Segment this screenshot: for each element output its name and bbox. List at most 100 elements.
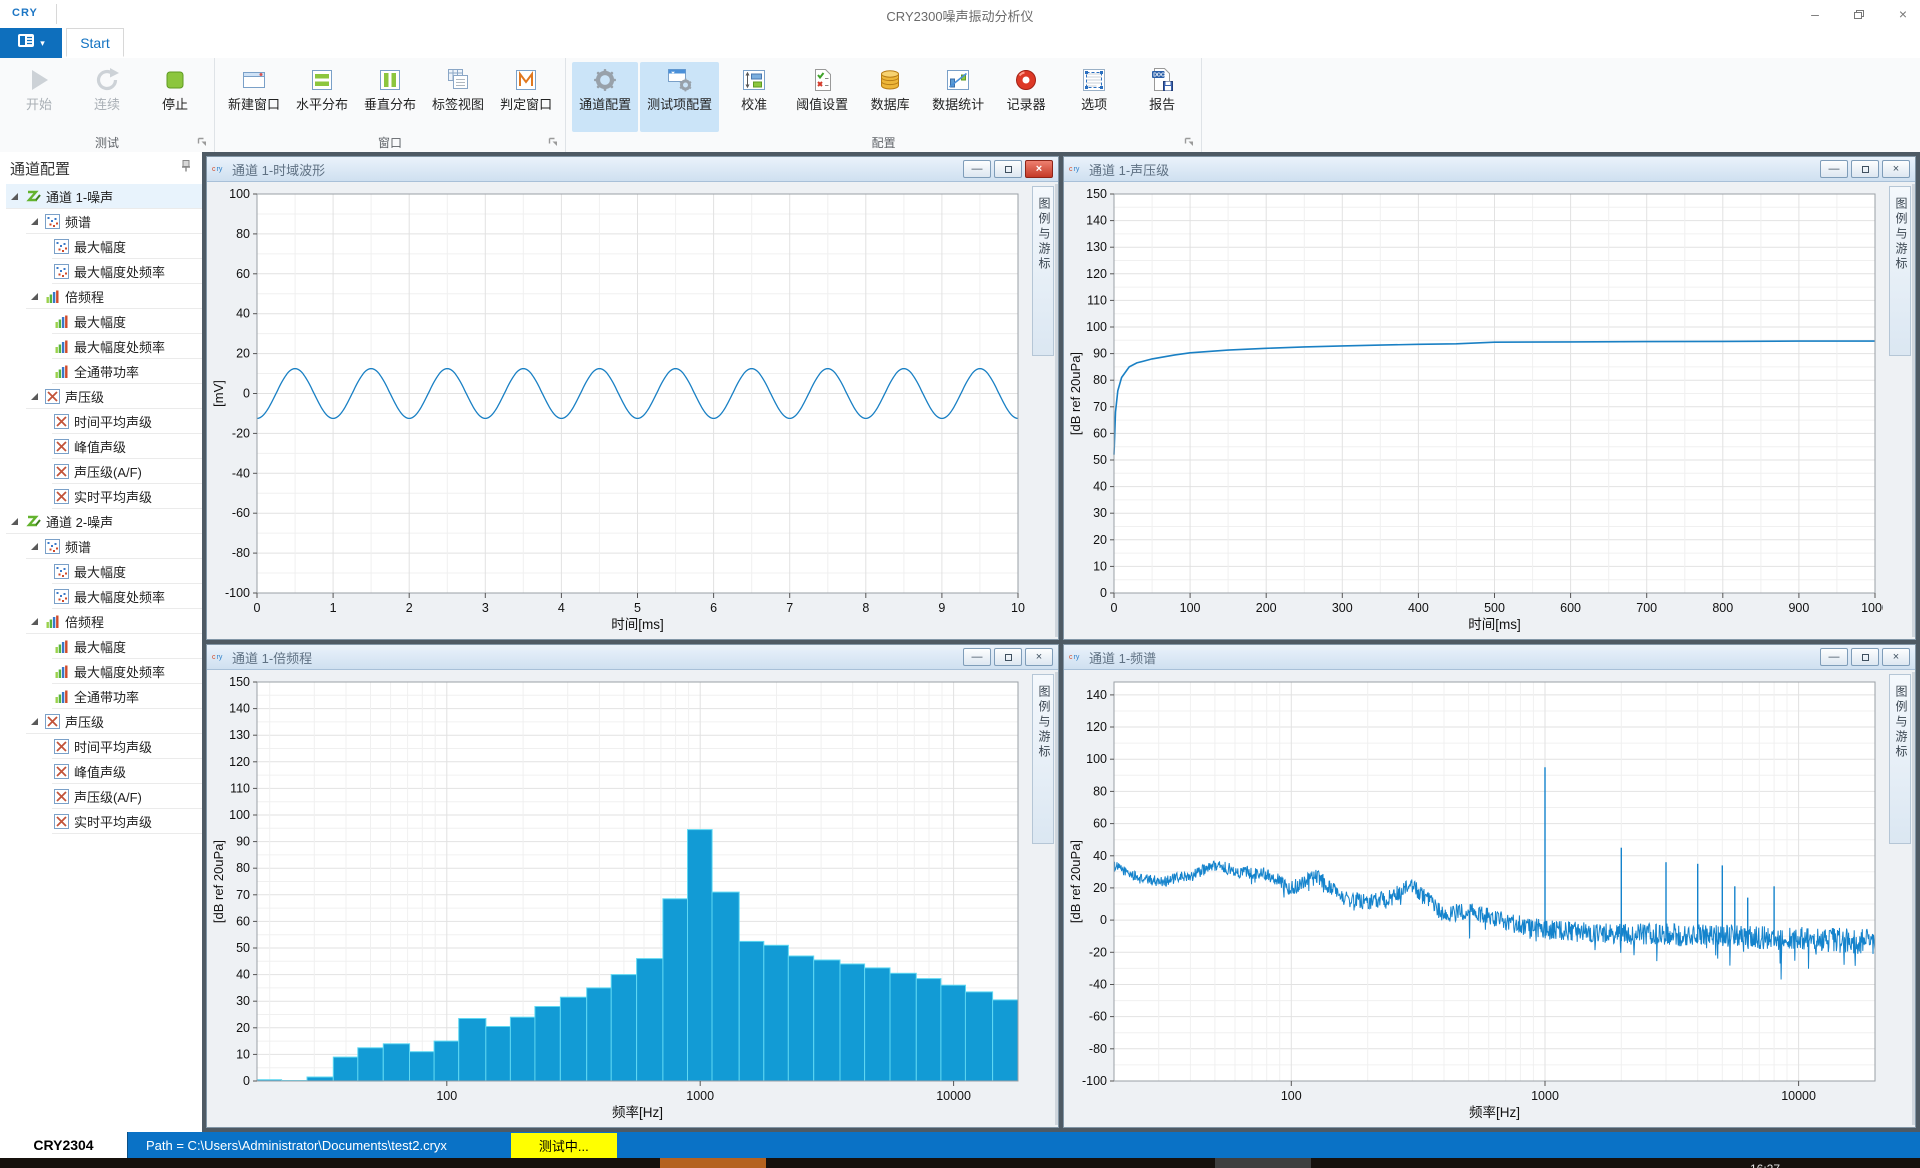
tree-expander-icon[interactable] [28, 541, 40, 551]
svg-text:9: 9 [938, 601, 945, 615]
tree-item[interactable]: 最大幅度 [0, 634, 202, 659]
svg-text:10: 10 [1011, 601, 1025, 615]
tree-expander-icon[interactable] [28, 391, 40, 401]
ribbon-button-horizontal-layout[interactable]: 水平分布 [289, 62, 355, 132]
ribbon-button-vertical-layout[interactable]: 垂直分布 [357, 62, 423, 132]
tree-item[interactable]: 时间平均声级 [0, 409, 202, 434]
ribbon-button-tab-view[interactable]: 标签视图 [425, 62, 491, 132]
legend-cursor-tab[interactable]: 图例与游标 [1032, 674, 1054, 844]
scrollbar[interactable] [1912, 672, 1915, 1125]
dialog-launcher-icon[interactable] [1184, 137, 1195, 148]
tree-item[interactable]: 最大幅度处频率 [0, 334, 202, 359]
svg-text:ry: ry [1074, 166, 1080, 173]
ribbon-button-test-item-config[interactable]: 测试项配置 [640, 62, 719, 132]
minimize-icon[interactable]: — [1820, 648, 1848, 666]
tree-item[interactable]: 最大幅度 [0, 559, 202, 584]
tree-expander-icon[interactable] [8, 516, 20, 526]
tree-item[interactable]: 最大幅度处频率 [0, 584, 202, 609]
tree-expander-icon[interactable] [28, 616, 40, 626]
window-titlebar[interactable]: cry 通道 1-倍频程 — × [207, 645, 1058, 670]
tree-item[interactable]: 实时平均声级 [0, 809, 202, 834]
taskbar-app[interactable] [660, 1158, 766, 1168]
tree-item[interactable]: 声压级 [0, 384, 202, 409]
tree-item[interactable]: 时间平均声级 [0, 734, 202, 759]
ribbon-button-report[interactable]: DOC报告 [1129, 62, 1195, 132]
minimize-icon[interactable]: — [963, 648, 991, 666]
tree-item[interactable]: 最大幅度处频率 [0, 659, 202, 684]
tab-start[interactable]: Start [66, 28, 124, 57]
tree-item[interactable]: 声压级(A/F) [0, 784, 202, 809]
tree-item[interactable]: 最大幅度 [0, 309, 202, 334]
ribbon-button-threshold-settings[interactable]: 阈值设置 [789, 62, 855, 132]
tree-item[interactable]: 频谱 [0, 534, 202, 559]
chart-spl[interactable]: 0102030405060708090100110120130140150010… [1066, 184, 1883, 637]
ribbon-button-data-statistics[interactable]: 数据统计 [925, 62, 991, 132]
legend-cursor-tab[interactable]: 图例与游标 [1889, 674, 1911, 844]
minimize-icon[interactable]: — [963, 160, 991, 178]
taskbar-app[interactable] [1215, 1158, 1311, 1168]
tree-expander-icon[interactable] [28, 216, 40, 226]
close-icon[interactable]: × [1882, 648, 1910, 666]
restore-icon[interactable] [1851, 160, 1879, 178]
window-titlebar[interactable]: cry 通道 1-声压级 — × [1064, 157, 1915, 182]
close-icon[interactable]: × [1882, 160, 1910, 178]
window-restore-button[interactable] [1850, 5, 1868, 23]
restore-icon[interactable] [1851, 648, 1879, 666]
app-title-bar[interactable]: CRY CRY2300噪声振动分析仪 – × [0, 0, 1920, 28]
tree-item[interactable]: 最大幅度 [0, 234, 202, 259]
ribbon-button-channel-config[interactable]: 通道配置 [572, 62, 638, 132]
close-icon[interactable]: × [1025, 648, 1053, 666]
tree-expander-icon[interactable] [28, 716, 40, 726]
chart-octave[interactable]: 0102030405060708090100110120130140150100… [209, 672, 1026, 1125]
tree-item[interactable]: 通道 2-噪声 [0, 509, 202, 534]
svg-text:40: 40 [1093, 480, 1107, 494]
ribbon-button-options[interactable]: 选项 [1061, 62, 1127, 132]
tree-expander-icon[interactable] [28, 291, 40, 301]
ribbon-button-new-window[interactable]: 新建窗口 [221, 62, 287, 132]
chart-time-waveform[interactable]: -100-80-60-40-20020406080100012345678910… [209, 184, 1026, 637]
tree-expander-icon[interactable] [8, 191, 20, 201]
app-menu-button[interactable]: ▾ [0, 28, 62, 58]
chart-spectrum[interactable]: -100-80-60-40-20020406080100120140100100… [1066, 672, 1883, 1125]
dialog-launcher-icon[interactable] [197, 137, 208, 148]
scrollbar[interactable] [1055, 184, 1058, 637]
ribbon-button-start[interactable]: 开始 [6, 62, 72, 132]
ribbon-button-calibrate[interactable]: 校准 [721, 62, 787, 132]
tree-item[interactable]: 峰值声级 [0, 759, 202, 784]
pin-icon[interactable] [180, 159, 192, 177]
svg-text:400: 400 [1408, 601, 1429, 615]
tree-item[interactable]: 实时平均声级 [0, 484, 202, 509]
scrollbar[interactable] [1055, 672, 1058, 1125]
window-titlebar[interactable]: cry 通道 1-频谱 — × [1064, 645, 1915, 670]
taskbar[interactable]: 16:27 [0, 1158, 1920, 1168]
window-minimize-button[interactable]: – [1806, 5, 1824, 23]
tree-item[interactable]: 峰值声级 [0, 434, 202, 459]
tree-item[interactable]: 声压级(A/F) [0, 459, 202, 484]
tree-item[interactable]: 全通带功率 [0, 359, 202, 384]
ribbon-button-continue[interactable]: 连续 [74, 62, 140, 132]
legend-cursor-tab[interactable]: 图例与游标 [1032, 186, 1054, 356]
ribbon-button-judge-window[interactable]: 判定窗口 [493, 62, 559, 132]
tree-item[interactable]: 全通带功率 [0, 684, 202, 709]
ribbon-button-recorder[interactable]: 记录器 [993, 62, 1059, 132]
minimize-icon[interactable]: — [1820, 160, 1848, 178]
ribbon-button-stop[interactable]: 停止 [142, 62, 208, 132]
dialog-launcher-icon[interactable] [548, 137, 559, 148]
legend-cursor-tab[interactable]: 图例与游标 [1889, 186, 1911, 356]
spec-icon [54, 264, 69, 279]
tree-item[interactable]: 倍频程 [0, 284, 202, 309]
scrollbar[interactable] [1912, 184, 1915, 637]
tree-item[interactable]: 声压级 [0, 709, 202, 734]
window-octave: cry 通道 1-倍频程 — × 01020304050607080901001… [206, 644, 1059, 1128]
tree-item[interactable]: 倍频程 [0, 609, 202, 634]
restore-icon[interactable] [994, 160, 1022, 178]
oct-icon [54, 314, 69, 329]
window-close-button[interactable]: × [1894, 5, 1912, 23]
tree-item[interactable]: 频谱 [0, 209, 202, 234]
tree-item[interactable]: 通道 1-噪声 [0, 184, 202, 209]
close-icon[interactable]: × [1025, 160, 1053, 178]
window-titlebar[interactable]: cry 通道 1-时域波形 — × [207, 157, 1058, 182]
restore-icon[interactable] [994, 648, 1022, 666]
ribbon-button-database[interactable]: 数据库 [857, 62, 923, 132]
tree-item[interactable]: 最大幅度处频率 [0, 259, 202, 284]
